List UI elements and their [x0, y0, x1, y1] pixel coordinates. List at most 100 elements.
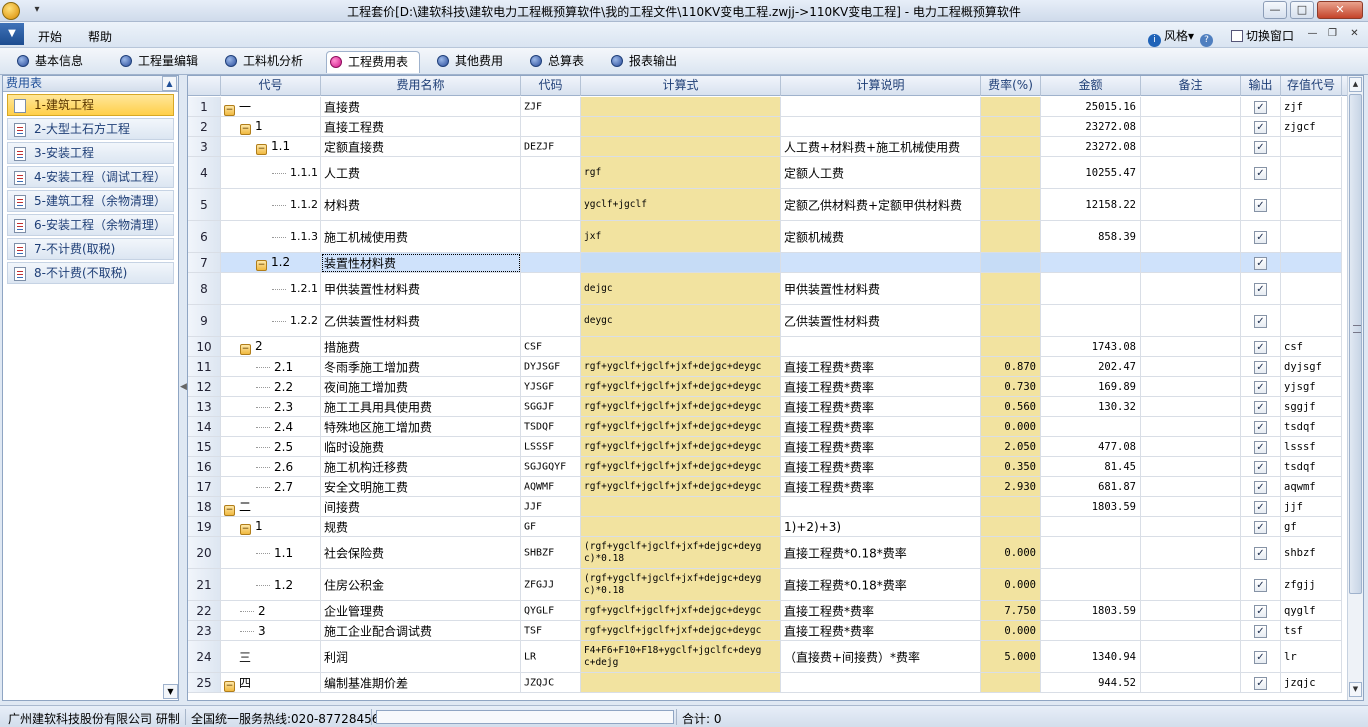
col-header-output[interactable]: 输出 [1241, 76, 1281, 96]
cell-code2[interactable]: TSF [521, 621, 581, 640]
cell-description[interactable]: 直接工程费*费率 [781, 457, 981, 476]
cell-code2[interactable]: QYGLF [521, 601, 581, 620]
tree-collapse-icon[interactable]: − [240, 523, 251, 535]
cell-code[interactable]: −1.2 [221, 253, 321, 272]
cell-rate[interactable] [981, 673, 1041, 692]
cell-name[interactable]: 施工企业配合调试费 [321, 621, 521, 640]
cell-code2[interactable]: DYJSGF [521, 357, 581, 376]
cell-code[interactable]: 2.7 [221, 477, 321, 496]
table-row[interactable]: 22 2 企业管理费 QYGLF rgf+ygclf+jgclf+jxf+dejgc+d… [188, 601, 1342, 621]
cell-rate[interactable] [981, 497, 1041, 516]
cell-name[interactable]: 编制基准期价差 [321, 673, 521, 692]
cell-amount[interactable]: 477.08 [1041, 437, 1141, 456]
cell-amount[interactable]: 858.39 [1041, 221, 1141, 252]
cell-store-code[interactable]: tsdqf [1281, 457, 1342, 476]
cell-rate[interactable] [981, 273, 1041, 304]
cell-formula[interactable] [581, 337, 781, 356]
scroll-down-arrow-icon[interactable]: ▼ [1349, 682, 1362, 697]
cell-name[interactable]: 定额直接费 [321, 137, 521, 156]
cell-description[interactable]: 直接工程费*费率 [781, 397, 981, 416]
cell-formula[interactable] [581, 497, 781, 516]
tree-collapse-icon[interactable]: − [224, 680, 235, 692]
menu-start[interactable]: 开始 [38, 28, 62, 45]
cell-store-code[interactable] [1281, 137, 1342, 156]
cell-note[interactable] [1141, 621, 1241, 640]
minimize-button[interactable]: — [1263, 1, 1287, 19]
table-row[interactable]: 12 2.2 夜间施工增加费 YJSGF rgf+ygclf+jgclf+jxf+dej… [188, 377, 1342, 397]
table-row[interactable]: 17 2.7 安全文明施工费 AQWMF rgf+ygclf+jgclf+jxf+dej… [188, 477, 1342, 497]
cell-code2[interactable] [521, 253, 581, 272]
cell-note[interactable] [1141, 497, 1241, 516]
cell-store-code[interactable]: csf [1281, 337, 1342, 356]
cell-code2[interactable]: JZQJC [521, 673, 581, 692]
cell-code[interactable]: −1 [221, 517, 321, 536]
cell-code2[interactable]: GF [521, 517, 581, 536]
cell-code[interactable]: 1.1.2 [221, 189, 321, 220]
cell-rate[interactable] [981, 305, 1041, 336]
output-checkbox[interactable]: ✓ [1254, 282, 1267, 296]
cell-amount[interactable] [1041, 305, 1141, 336]
cell-code2[interactable]: SHBZF [521, 537, 581, 568]
table-row[interactable]: 2 −1 直接工程费 23272.08 ✓ zjgcf [188, 117, 1342, 137]
col-header-name[interactable]: 费用名称 [321, 76, 521, 96]
cell-note[interactable] [1141, 137, 1241, 156]
cell-description[interactable]: 定额人工费 [781, 157, 981, 188]
cell-description[interactable]: 直接工程费*0.18*费率 [781, 537, 981, 568]
output-checkbox[interactable]: ✓ [1254, 230, 1267, 244]
cell-store-code[interactable]: lsssf [1281, 437, 1342, 456]
cell-formula[interactable]: dejgc [581, 273, 781, 304]
col-header-code[interactable]: 代号 [221, 76, 321, 96]
cell-description[interactable]: 直接工程费*费率 [781, 477, 981, 496]
cell-description[interactable]: 人工费+材料费+施工机械使用费 [781, 137, 981, 156]
cell-code[interactable]: 1.1 [221, 537, 321, 568]
cell-note[interactable] [1141, 189, 1241, 220]
cell-formula[interactable]: F4+F6+F10+F18+ygclf+jgclfc+deyg c+dejg [581, 641, 781, 672]
cell-formula[interactable]: rgf+ygclf+jgclf+jxf+dejgc+deygc [581, 357, 781, 376]
output-checkbox[interactable]: ✓ [1254, 420, 1267, 434]
switch-window-button[interactable]: 切换窗口 [1231, 27, 1294, 44]
cell-description[interactable]: 1)+2)+3) [781, 517, 981, 536]
cell-name[interactable]: 临时设施费 [321, 437, 521, 456]
cell-amount[interactable] [1041, 253, 1141, 272]
cell-amount[interactable]: 1803.59 [1041, 497, 1141, 516]
cell-code[interactable]: −1 [221, 117, 321, 136]
cell-rate[interactable] [981, 117, 1041, 136]
cell-note[interactable] [1141, 157, 1241, 188]
cell-note[interactable] [1141, 117, 1241, 136]
cell-code[interactable]: 2.1 [221, 357, 321, 376]
cell-note[interactable] [1141, 305, 1241, 336]
cell-amount[interactable] [1041, 537, 1141, 568]
cell-code[interactable]: 1.2 [221, 569, 321, 600]
tree-collapse-icon[interactable]: − [224, 504, 235, 516]
cell-note[interactable] [1141, 273, 1241, 304]
cell-store-code[interactable] [1281, 189, 1342, 220]
table-row[interactable]: 21 1.2 住房公积金 ZFGJJ (rgf+ygclf+jgclf+jxf+dejg… [188, 569, 1342, 601]
cell-description[interactable]: （直接费+间接费）*费率 [781, 641, 981, 672]
tree-collapse-icon[interactable]: − [256, 143, 267, 155]
cell-note[interactable] [1141, 569, 1241, 600]
cell-rate[interactable] [981, 517, 1041, 536]
cell-code2[interactable]: YJSGF [521, 377, 581, 396]
cell-description[interactable]: 直接工程费*费率 [781, 601, 981, 620]
cell-note[interactable] [1141, 517, 1241, 536]
cell-name[interactable]: 夜间施工增加费 [321, 377, 521, 396]
menu-help[interactable]: 帮助 [88, 28, 112, 45]
table-row[interactable]: 16 2.6 施工机构迁移费 SGJGQYF rgf+ygclf+jgclf+jxf+d… [188, 457, 1342, 477]
cell-note[interactable] [1141, 477, 1241, 496]
maximize-button[interactable]: □ [1290, 1, 1314, 19]
cell-name[interactable]: 措施费 [321, 337, 521, 356]
doc-restore-button[interactable]: ❐ [1326, 27, 1339, 40]
cell-name[interactable]: 利润 [321, 641, 521, 672]
cost-table-item[interactable]: 3-安装工程 [7, 142, 174, 164]
cell-note[interactable] [1141, 417, 1241, 436]
cell-description[interactable]: 定额机械费 [781, 221, 981, 252]
cell-rate[interactable] [981, 157, 1041, 188]
cell-code2[interactable]: CSF [521, 337, 581, 356]
output-checkbox[interactable]: ✓ [1254, 166, 1267, 180]
output-checkbox[interactable]: ✓ [1254, 520, 1267, 534]
cell-description[interactable]: 直接工程费*费率 [781, 357, 981, 376]
cell-description[interactable]: 甲供装置性材料费 [781, 273, 981, 304]
table-row[interactable]: 1 − 一 直接费 ZJF 25015.16 ✓ zjf [188, 97, 1342, 117]
cell-name[interactable]: 规费 [321, 517, 521, 536]
cell-name[interactable]: 住房公积金 [321, 569, 521, 600]
